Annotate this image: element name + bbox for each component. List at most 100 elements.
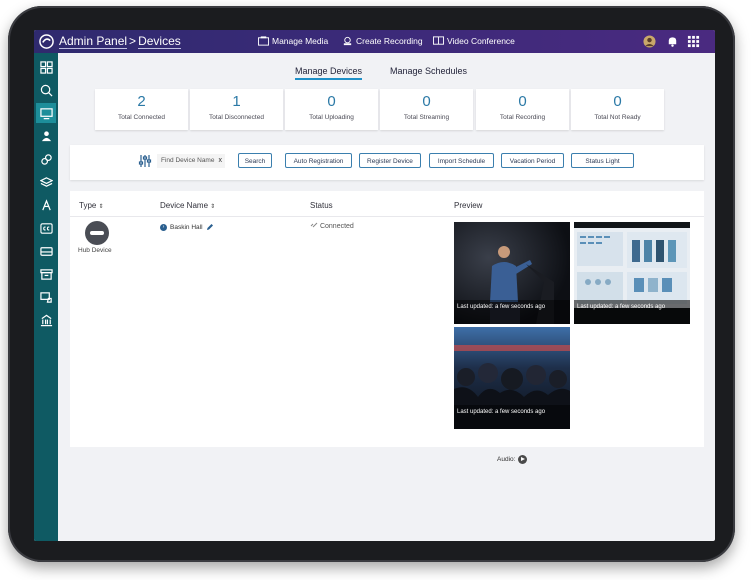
audio-control: Audio: <box>497 455 528 464</box>
stat-card-disconnected: 1 Total Disconnected <box>190 89 283 130</box>
column-header-device-name[interactable]: Device Name ⇕ <box>160 201 215 210</box>
captions-icon <box>39 222 53 234</box>
stat-value: 2 <box>137 93 146 110</box>
sidebar-item-layers[interactable] <box>36 172 56 192</box>
tab-manage-schedules[interactable]: Manage Schedules <box>390 66 467 76</box>
breadcrumb-devices: Devices <box>138 34 181 49</box>
filter-icon[interactable] <box>138 154 152 168</box>
nav-label: Create Recording <box>356 36 423 46</box>
stat-card-recording: 0 Total Recording <box>476 89 569 130</box>
page-title: Admin Panel > Devices <box>59 34 181 49</box>
preview-timestamp: Last updated: a few seconds ago <box>457 409 546 415</box>
preview-thumbnail-speaker[interactable]: Last updated: a few seconds ago <box>454 222 570 324</box>
stat-card-connected: 2 Total Connected <box>95 89 188 130</box>
stat-label: Total Not Ready <box>594 114 641 121</box>
preview-thumbnail-audience[interactable]: Last updated: a few seconds ago <box>454 327 570 429</box>
vacation-period-button[interactable]: Vacation Period <box>501 153 564 168</box>
user-icon[interactable] <box>643 35 656 48</box>
stat-value: 0 <box>518 93 527 110</box>
stat-label: Total Streaming <box>403 114 450 121</box>
register-device-button[interactable]: Register Device <box>359 153 421 168</box>
column-header-status: Status <box>310 201 333 210</box>
breadcrumb-separator: > <box>129 34 137 48</box>
conference-icon <box>433 36 444 45</box>
status-cell: Connected <box>310 221 354 230</box>
search-placeholder: Find Device Name <box>161 157 215 164</box>
device-table: Type ⇕ Device Name ⇕ Status Preview Hub … <box>70 191 704 464</box>
tablet-frame: Admin Panel > Devices Manage Media Create … <box>8 6 735 562</box>
top-bar: Admin Panel > Devices Manage Media Create … <box>34 30 715 53</box>
sidebar-item-devices[interactable] <box>36 103 56 123</box>
dashboard-icon <box>39 60 53 74</box>
edit-pencil-icon[interactable] <box>206 223 214 231</box>
stat-label: Total Uploading <box>309 114 354 121</box>
import-schedule-button[interactable]: Import Schedule <box>429 153 494 168</box>
layers-icon <box>39 176 53 187</box>
building-icon <box>40 314 52 326</box>
sidebar-item-dashboard[interactable] <box>36 57 56 77</box>
sidebar-item-building[interactable] <box>36 310 56 330</box>
stat-value: 0 <box>327 93 336 110</box>
integrations-icon <box>40 153 52 165</box>
preview-timestamp: Last updated: a few seconds ago <box>457 304 546 310</box>
sort-icon[interactable]: ⇕ <box>99 204 104 210</box>
sidebar-item-users[interactable] <box>36 126 56 146</box>
device-name: Baskin Hall <box>170 223 203 231</box>
stat-card-not-ready: 0 Total Not Ready <box>571 89 664 130</box>
nav-label: Video Conference <box>447 36 515 46</box>
apps-grid-icon[interactable] <box>687 35 700 48</box>
app-title[interactable]: Admin Panel <box>59 34 128 49</box>
audio-label: Audio: <box>497 456 516 463</box>
sidebar-item-analytics[interactable] <box>36 80 56 100</box>
stat-card-streaming: 0 Total Streaming <box>380 89 473 130</box>
clear-search-icon[interactable]: x <box>219 154 223 168</box>
security-icon <box>39 291 52 303</box>
stat-label: Total Recording <box>499 114 546 121</box>
bell-icon[interactable] <box>666 35 679 48</box>
sidebar-item-captions[interactable] <box>36 218 56 238</box>
sidebar-item-security[interactable] <box>36 287 56 307</box>
expand-icon[interactable]: › <box>160 223 167 231</box>
logo-icon[interactable] <box>39 34 54 49</box>
storage-icon <box>39 246 53 256</box>
sidebar-item-access[interactable] <box>36 195 56 215</box>
preview-thumbnail-slides[interactable]: Last updated: a few seconds ago <box>574 222 690 324</box>
column-header-type[interactable]: Type ⇕ <box>79 201 104 210</box>
auto-registration-button[interactable]: Auto Registration <box>285 153 352 168</box>
tab-manage-devices[interactable]: Manage Devices <box>295 66 363 80</box>
access-icon <box>41 198 51 210</box>
sidebar-item-integrations[interactable] <box>36 149 56 169</box>
analytics-icon <box>40 84 52 96</box>
recording-icon <box>343 36 352 46</box>
nav-manage-media[interactable]: Manage Media <box>258 36 328 46</box>
device-type: Hub Device <box>78 247 112 254</box>
column-label: Type <box>79 201 97 210</box>
hub-device-icon <box>85 221 109 245</box>
link-icon <box>310 222 318 228</box>
archive-icon <box>39 268 53 280</box>
sort-icon[interactable]: ⇕ <box>210 204 215 210</box>
sidebar-item-storage[interactable] <box>36 241 56 261</box>
play-audio-icon[interactable] <box>518 455 528 464</box>
status-light-button[interactable]: Status Light <box>571 153 634 168</box>
nav-create-recording[interactable]: Create Recording <box>342 36 423 46</box>
stat-value: 1 <box>232 93 241 110</box>
search-button[interactable]: Search <box>238 153 272 168</box>
device-search-input[interactable]: Find Device Name x <box>157 154 225 168</box>
stat-card-uploading: 0 Total Uploading <box>285 89 378 130</box>
device-toolbar: Find Device Name x Search Auto Registrat… <box>70 145 704 180</box>
nav-label: Manage Media <box>272 36 329 46</box>
column-header-preview: Preview <box>454 201 483 210</box>
device-name-cell[interactable]: › Baskin Hall <box>160 223 214 231</box>
nav-video-conference[interactable]: Video Conference <box>433 36 515 46</box>
stat-label: Total Connected <box>118 114 165 121</box>
users-icon <box>41 130 51 141</box>
stat-value: 0 <box>422 93 431 110</box>
stat-value: 0 <box>613 93 622 110</box>
devices-icon <box>39 107 53 119</box>
sidebar-item-archive[interactable] <box>36 264 56 284</box>
header-divider <box>70 216 704 217</box>
media-icon <box>258 36 269 46</box>
app-screen: Admin Panel > Devices Manage Media Create … <box>34 30 715 541</box>
preview-timestamp: Last updated: a few seconds ago <box>577 304 666 310</box>
